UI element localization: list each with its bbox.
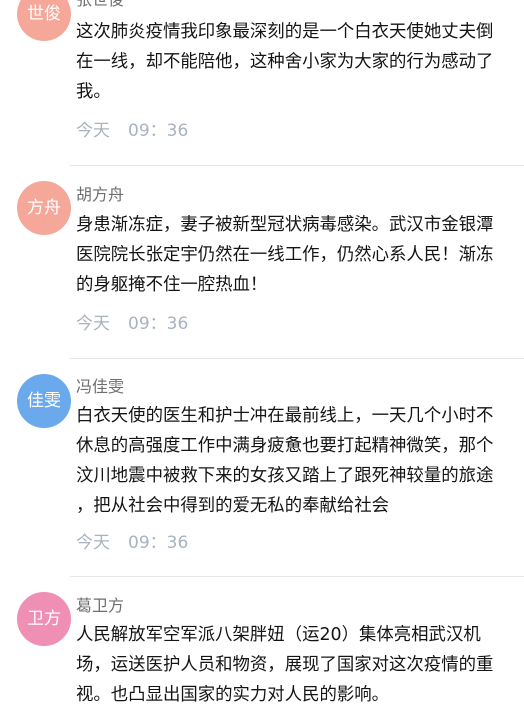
avatar-text: 方舟 [27, 198, 61, 218]
comment-date: 今天 [76, 533, 110, 553]
comment-line: 视。也凸显出国家的实力对人民的影响。 [76, 685, 390, 705]
comment-time: 09：36 [128, 121, 189, 141]
commenter-name[interactable]: 葛卫方 [76, 592, 124, 616]
comment-line: 医院院长张定宇仍然在一线工作，仍然心系人民！渐冻 [76, 245, 494, 265]
comment-text: 身患渐冻症，妻子被新型冠状病毒感染。武汉市金银潭 医院院长张定宇仍然在一线工作，… [76, 210, 520, 300]
comment-line: 在一线，却不能陪他，这种舍小家为大家的行为感动了 [76, 52, 494, 72]
comment-line: ，把从社会中得到的爱无私的奉献给社会 [76, 496, 390, 516]
comment-time: 09：36 [128, 533, 189, 553]
comment-line: 我。 [76, 82, 111, 102]
divider [70, 576, 524, 577]
comment-timestamp: 今天 09：36 [76, 528, 188, 553]
comment-text: 白衣天使的医生和护士冲在最前线上，一天几个小时不 休息的高强度工作中满身疲惫也要… [76, 401, 520, 521]
comment-line: 人民解放军空军派八架胖妞（运20）集体亮相武汉机 [76, 625, 481, 645]
avatar-text: 世俊 [27, 4, 61, 24]
comment-text: 这次肺炎疫情我印象最深刻的是一个白衣天使她丈夫倒 在一线，却不能陪他，这种舍小家… [76, 17, 520, 107]
comment-line: 白衣天使的医生和护士冲在最前线上，一天几个小时不 [76, 406, 494, 426]
comment-timestamp: 今天 09：36 [76, 116, 188, 141]
comment-date: 今天 [76, 314, 110, 334]
commenter-name[interactable]: 张世俊 [76, 0, 124, 10]
avatar[interactable]: 佳雯 [17, 374, 71, 428]
comment-line: 的身躯掩不住一腔热血！ [76, 275, 268, 295]
comment-timestamp: 今天 09：36 [76, 309, 188, 334]
comment-time: 09：36 [128, 314, 189, 334]
divider [70, 165, 524, 166]
comment-line: 身患渐冻症，妻子被新型冠状病毒感染。武汉市金银潭 [76, 215, 494, 235]
comment-line: 汶川地震中被救下来的女孩又踏上了跟死神较量的旅途 [76, 466, 494, 486]
comment-text: 人民解放军空军派八架胖妞（运20）集体亮相武汉机 场，运送医护人员和物资，展现了… [76, 620, 520, 710]
avatar-text: 佳雯 [27, 391, 61, 411]
comment-line: 休息的高强度工作中满身疲惫也要打起精神微笑，那个 [76, 436, 494, 456]
comment-date: 今天 [76, 121, 110, 141]
avatar[interactable]: 方舟 [17, 181, 71, 235]
comment-line: 这次肺炎疫情我印象最深刻的是一个白衣天使她丈夫倒 [76, 22, 494, 42]
avatar[interactable]: 卫方 [17, 592, 71, 646]
commenter-name[interactable]: 胡方舟 [76, 181, 124, 205]
commenter-name[interactable]: 冯佳雯 [76, 373, 124, 397]
comment-line: 场，运送医护人员和物资，展现了国家对这次疫情的重 [76, 655, 494, 675]
avatar-text: 卫方 [27, 609, 61, 629]
avatar[interactable]: 世俊 [17, 0, 71, 41]
divider [70, 358, 524, 359]
